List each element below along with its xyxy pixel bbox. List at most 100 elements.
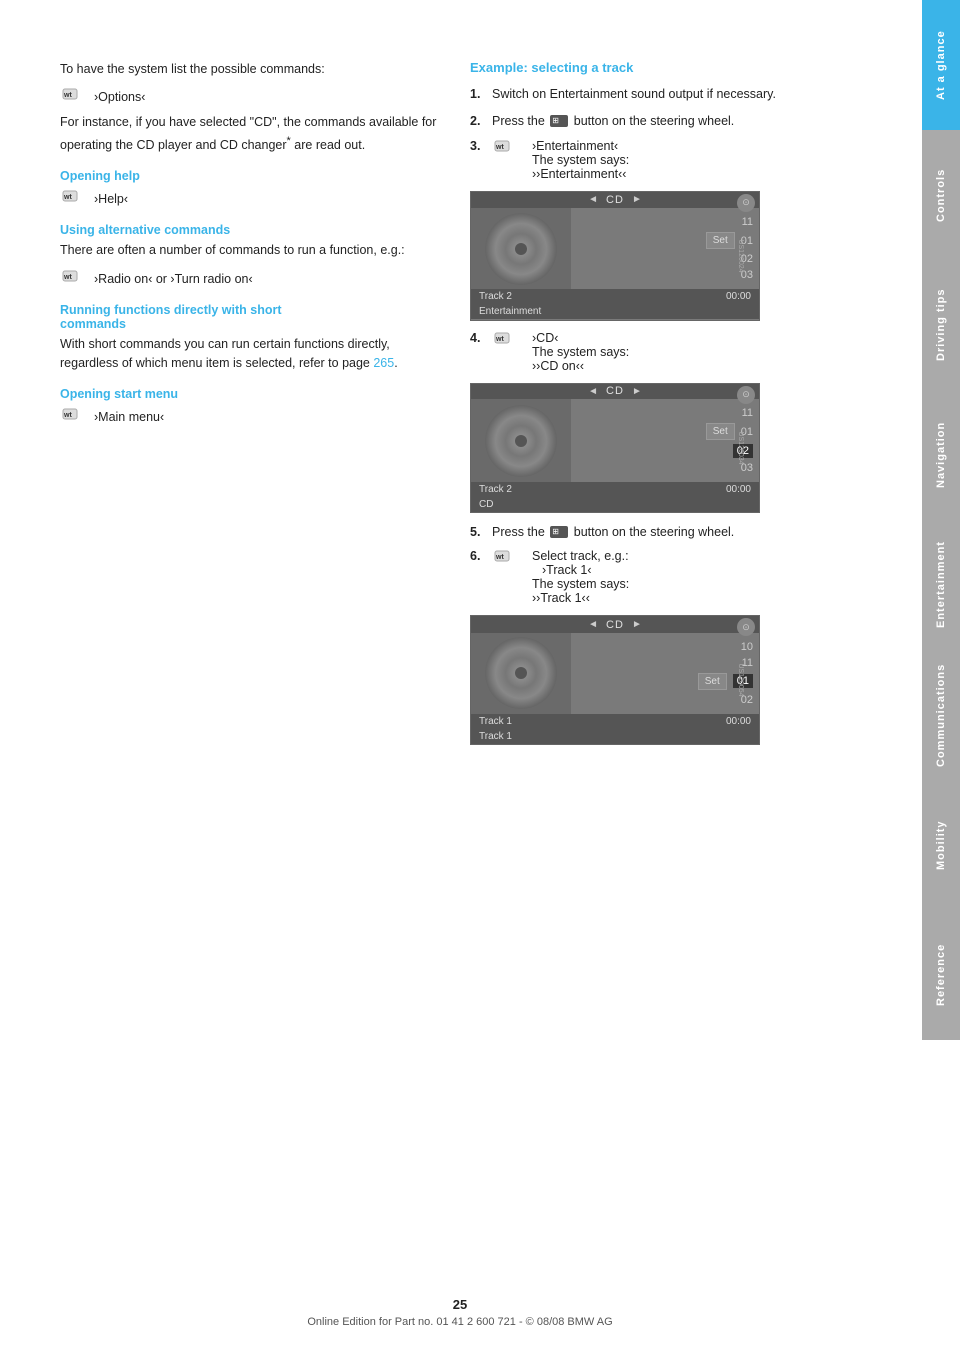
sidebar-tabs: At a glance Controls Driving tips Naviga… <box>922 0 960 1358</box>
step-6-text-block: Select track, e.g.: ›Track 1‹ The system… <box>532 549 629 605</box>
set-btn-1: Set <box>706 232 735 249</box>
cd-tracks-1: 11 Set 01 02 03 <box>571 208 759 289</box>
cmd-radio-line: wt ›Radio on‹ or ›Turn radio on‹ <box>60 269 440 289</box>
cd-right-arrow-3: ► <box>632 619 642 630</box>
cmd-help-line: wt ›Help‹ <box>60 189 440 209</box>
cd-right-arrow-1: ► <box>632 194 642 205</box>
step-4-command: ›CD‹ <box>532 331 629 345</box>
step-6-system-says: The system says: <box>532 577 629 591</box>
cd-tracks-2: 11 Set 01 02 03 <box>571 399 759 482</box>
step-2-num: 2. <box>470 112 492 131</box>
cd-time-2: 00:00 <box>726 484 751 495</box>
step-4-response: ››CD on‹‹ <box>532 359 629 373</box>
asterisk: * <box>287 135 291 147</box>
cd-left-arrow-3: ◄ <box>588 619 598 630</box>
cd-disc-area-1 <box>471 208 571 289</box>
mic-icon-radio: wt <box>60 269 88 289</box>
screen-watermark-1: US120024 <box>737 239 744 272</box>
cmd-options-text: ›Options‹ <box>94 90 145 104</box>
step-4-system-says: The system says: <box>532 345 629 359</box>
cd-footer-label-3: Track 1 <box>471 729 759 744</box>
track-row-10-3: 10 <box>577 641 753 653</box>
cd-time-1: 00:00 <box>726 291 751 302</box>
cd-left-arrow-2: ◄ <box>588 386 598 397</box>
cd-track-label-3: Track 1 <box>479 716 512 727</box>
cd-bottom-bar-3: Track 1 00:00 <box>471 714 759 729</box>
svg-text:wt: wt <box>63 412 72 419</box>
step-1-text: Switch on Entertainment sound output if … <box>492 85 892 104</box>
step-4-text-block: ›CD‹ The system says: ››CD on‹‹ <box>532 331 629 373</box>
step-6-num: 6. <box>470 549 492 563</box>
tab-reference[interactable]: Reference <box>922 910 960 1040</box>
mic-icon-options: wt <box>60 87 88 107</box>
running-functions-body: With short commands you can run certain … <box>60 335 440 374</box>
cd-screen-1: ◄ CD ► ⊙ 11 <box>470 191 760 321</box>
cd-top-bar-1: ◄ CD ► ⊙ <box>471 192 759 209</box>
track-row-01-1: Set 01 <box>577 232 753 249</box>
cd-content-1: 11 Set 01 02 03 <box>471 208 759 289</box>
cd-bottom-bar-2: Track 2 00:00 <box>471 482 759 497</box>
cd-top-label-3: CD <box>606 619 624 631</box>
tab-controls[interactable]: Controls <box>922 130 960 260</box>
screen-watermark-2: US120034 <box>737 431 744 464</box>
cd-time-3: 00:00 <box>726 716 751 727</box>
tab-navigation[interactable]: Navigation <box>922 390 960 520</box>
set-btn-3: Set <box>698 673 727 690</box>
step-5-num: 5. <box>470 523 492 542</box>
cd-top-bar-3: ◄ CD ► ⊙ <box>471 616 759 633</box>
svg-text:wt: wt <box>63 194 72 201</box>
track-row-01-3: Set 01 <box>577 673 753 690</box>
intro-para1: To have the system list the possible com… <box>60 60 440 79</box>
step-3-text-block: ›Entertainment‹ The system says: ››Enter… <box>532 139 629 181</box>
cd-screen-3: ◄ CD ► ⊙ 10 <box>470 615 760 745</box>
step-3-content: wt ›Entertainment‹ The system says: ››En… <box>492 139 629 181</box>
cmd-options-line: wt ›Options‹ <box>60 87 440 107</box>
page-ref-link[interactable]: 265 <box>373 356 394 370</box>
step-4-num: 4. <box>470 331 492 345</box>
cd-top-bar-2: ◄ CD ► ⊙ <box>471 384 759 400</box>
step-5: 5. Press the button on the steering whee… <box>470 523 892 542</box>
step-6-response: ››Track 1‹‹ <box>532 591 629 605</box>
track-row-01-2: Set 01 <box>577 423 753 440</box>
step-6-command: Select track, e.g.: <box>532 549 629 563</box>
tab-entertainment[interactable]: Entertainment <box>922 520 960 650</box>
step-1-num: 1. <box>470 85 492 104</box>
page-footer: 25 Online Edition for Part no. 01 41 2 6… <box>0 1297 920 1328</box>
track-row-03-2: 03 <box>577 462 753 474</box>
step-6-content: wt Select track, e.g.: ›Track 1‹ The sys… <box>492 549 629 605</box>
svg-text:wt: wt <box>63 274 72 281</box>
step-2-text: Press the button on the steering wheel. <box>492 112 892 131</box>
section-heading-opening-help: Opening help <box>60 169 440 183</box>
section-heading-running-functions: Running functions directly with shortcom… <box>60 303 440 331</box>
step-1: 1. Switch on Entertainment sound output … <box>470 85 892 104</box>
cd-track-label-2: Track 2 <box>479 484 512 495</box>
step-2: 2. Press the button on the steering whee… <box>470 112 892 131</box>
cd-disc-1 <box>485 213 557 285</box>
track-row-11-2: 11 <box>577 407 753 419</box>
tab-mobility[interactable]: Mobility <box>922 780 960 910</box>
set-btn-2: Set <box>706 423 735 440</box>
cd-disc-3 <box>485 637 557 709</box>
example-heading: Example: selecting a track <box>470 60 892 75</box>
track-row-02-3: 02 <box>577 694 753 706</box>
svg-text:wt: wt <box>495 144 504 151</box>
steering-wheel-btn-icon-1 <box>550 115 568 127</box>
mic-icon-main-menu: wt <box>60 407 88 427</box>
cd-top-label-1: CD <box>606 194 624 206</box>
step-5-text: Press the button on the steering wheel. <box>492 523 892 542</box>
track-row-02-2: 02 <box>577 444 753 458</box>
tab-communications[interactable]: Communications <box>922 650 960 780</box>
screen-watermark-3: US120054 <box>737 664 744 697</box>
cmd-main-menu-text: ›Main menu‹ <box>94 410 164 424</box>
mic-icon-step4: wt <box>492 331 520 351</box>
tab-at-a-glance[interactable]: At a glance <box>922 0 960 130</box>
mic-icon-help: wt <box>60 189 88 209</box>
track-row-03-1: 03 <box>577 269 753 281</box>
svg-text:wt: wt <box>63 92 72 99</box>
cd-footer-label-1: Entertainment <box>471 304 759 319</box>
mic-icon-step6: wt <box>492 549 520 569</box>
svg-text:wt: wt <box>495 554 504 561</box>
mic-icon-step3: wt <box>492 139 520 159</box>
tab-driving-tips[interactable]: Driving tips <box>922 260 960 390</box>
cmd-help-text: ›Help‹ <box>94 192 128 206</box>
